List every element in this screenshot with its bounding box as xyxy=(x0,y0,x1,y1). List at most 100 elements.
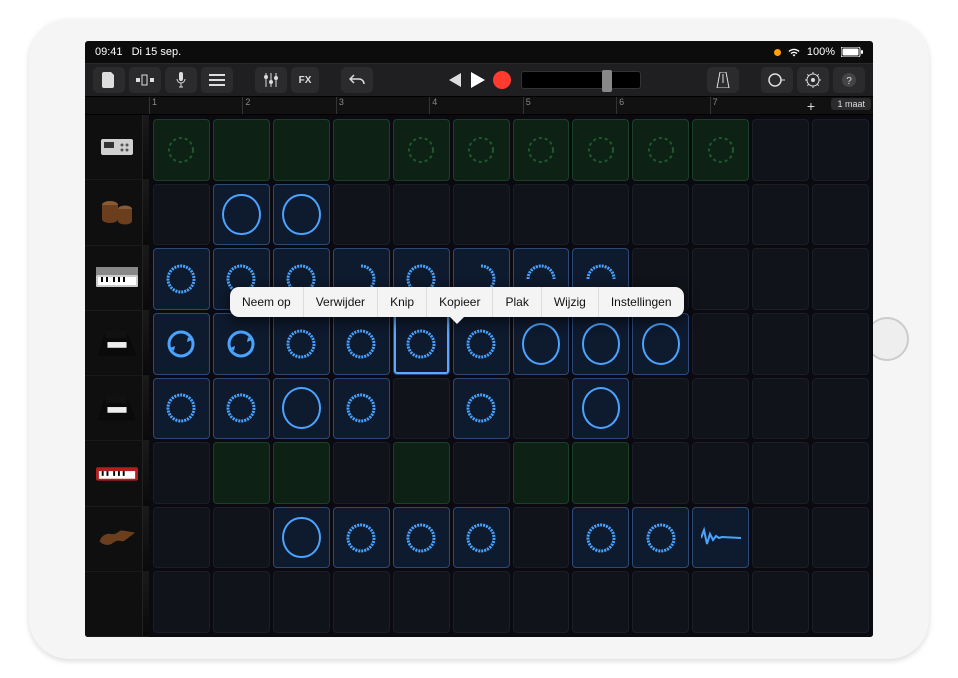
play-button[interactable] xyxy=(471,72,485,88)
loop-cell-r1-c6[interactable] xyxy=(513,184,570,246)
loop-cell-r3-c6[interactable] xyxy=(513,313,570,375)
loop-cell-r7-c1[interactable] xyxy=(213,571,270,633)
loop-cell-r1-c5[interactable] xyxy=(453,184,510,246)
loop-cell-r0-c7[interactable] xyxy=(572,119,629,181)
master-volume-slider[interactable] xyxy=(521,71,641,89)
loop-cell-r7-c9[interactable] xyxy=(692,571,749,633)
loop-cell-r3-c11[interactable] xyxy=(812,313,869,375)
loop-cell-r5-c5[interactable] xyxy=(453,442,510,504)
loop-cell-r3-c3[interactable] xyxy=(333,313,390,375)
menu-item-kopieer[interactable]: Kopieer xyxy=(427,287,493,317)
loop-cell-r0-c2[interactable] xyxy=(273,119,330,181)
loop-cell-r6-c3[interactable] xyxy=(333,507,390,569)
browser-button[interactable] xyxy=(129,67,161,93)
tracks-view-button[interactable] xyxy=(201,67,233,93)
help-button[interactable]: ? xyxy=(833,67,865,93)
menu-item-knip[interactable]: Knip xyxy=(378,287,427,317)
loop-cell-r5-c9[interactable] xyxy=(692,442,749,504)
loop-cell-r1-c8[interactable] xyxy=(632,184,689,246)
mysongs-button[interactable] xyxy=(93,67,125,93)
add-column-button[interactable]: + xyxy=(807,98,815,114)
loop-cell-r4-c11[interactable] xyxy=(812,378,869,440)
loop-cell-r6-c8[interactable] xyxy=(632,507,689,569)
loop-cell-r3-c1[interactable] xyxy=(213,313,270,375)
loop-cell-r4-c0[interactable] xyxy=(153,378,210,440)
loop-cell-r0-c4[interactable] xyxy=(393,119,450,181)
loop-cell-r3-c7[interactable] xyxy=(572,313,629,375)
loop-cell-r5-c2[interactable] xyxy=(273,442,330,504)
loop-cell-r0-c5[interactable] xyxy=(453,119,510,181)
track-header-drum-machine[interactable] xyxy=(85,115,149,180)
undo-button[interactable] xyxy=(341,67,373,93)
loop-cell-r6-c9[interactable] xyxy=(692,507,749,569)
loop-cell-r3-c0[interactable] xyxy=(153,313,210,375)
loop-cell-r3-c4[interactable] xyxy=(393,313,450,375)
loop-cell-r7-c5[interactable] xyxy=(453,571,510,633)
menu-item-neem-op[interactable]: Neem op xyxy=(230,287,304,317)
loop-cell-r5-c0[interactable] xyxy=(153,442,210,504)
record-button[interactable] xyxy=(493,71,511,89)
loop-cell-r0-c10[interactable] xyxy=(752,119,809,181)
loop-cell-r7-c8[interactable] xyxy=(632,571,689,633)
loop-cell-r4-c8[interactable] xyxy=(632,378,689,440)
settings-button[interactable] xyxy=(797,67,829,93)
menu-item-wijzig[interactable]: Wijzig xyxy=(542,287,599,317)
loop-cell-r5-c1[interactable] xyxy=(213,442,270,504)
loop-cell-r6-c6[interactable] xyxy=(513,507,570,569)
loop-cell-r7-c7[interactable] xyxy=(572,571,629,633)
loop-cell-r0-c11[interactable] xyxy=(812,119,869,181)
track-header-bass-guitar[interactable] xyxy=(85,507,149,572)
loop-cell-r1-c1[interactable] xyxy=(213,184,270,246)
track-header-percussion[interactable] xyxy=(85,180,149,245)
mixer-button[interactable] xyxy=(255,67,287,93)
loop-cell-r5-c10[interactable] xyxy=(752,442,809,504)
loop-cell-r4-c9[interactable] xyxy=(692,378,749,440)
loop-cell-r2-c10[interactable] xyxy=(752,248,809,310)
metronome-button[interactable] xyxy=(707,67,739,93)
loop-button[interactable] xyxy=(761,67,793,93)
menu-item-instellingen[interactable]: Instellingen xyxy=(599,287,684,317)
loop-cell-r5-c4[interactable] xyxy=(393,442,450,504)
track-header-piano-1[interactable] xyxy=(85,311,149,376)
loop-cell-r6-c0[interactable] xyxy=(153,507,210,569)
loop-cell-r2-c9[interactable] xyxy=(692,248,749,310)
menu-item-verwijder[interactable]: Verwijder xyxy=(304,287,378,317)
loop-cell-r3-c2[interactable] xyxy=(273,313,330,375)
loop-cell-r0-c9[interactable] xyxy=(692,119,749,181)
loop-cell-r1-c2[interactable] xyxy=(273,184,330,246)
volume-knob[interactable] xyxy=(602,70,612,92)
loop-cell-r1-c7[interactable] xyxy=(572,184,629,246)
loop-cell-r1-c10[interactable] xyxy=(752,184,809,246)
loop-cell-r1-c11[interactable] xyxy=(812,184,869,246)
loop-cell-r5-c6[interactable] xyxy=(513,442,570,504)
loop-cell-r0-c6[interactable] xyxy=(513,119,570,181)
loop-cell-r3-c8[interactable] xyxy=(632,313,689,375)
loop-cell-r2-c0[interactable] xyxy=(153,248,210,310)
track-header-piano-2[interactable] xyxy=(85,376,149,441)
loop-cell-r4-c4[interactable] xyxy=(393,378,450,440)
loop-cell-r1-c4[interactable] xyxy=(393,184,450,246)
zoom-button[interactable]: 1 maat xyxy=(831,98,871,110)
loop-cell-r7-c3[interactable] xyxy=(333,571,390,633)
loop-cell-r3-c9[interactable] xyxy=(692,313,749,375)
loop-cell-r6-c5[interactable] xyxy=(453,507,510,569)
loop-cell-r4-c7[interactable] xyxy=(572,378,629,440)
loop-cell-r7-c2[interactable] xyxy=(273,571,330,633)
loop-cell-r5-c3[interactable] xyxy=(333,442,390,504)
loop-cell-r1-c0[interactable] xyxy=(153,184,210,246)
track-header-synth-ensemble[interactable] xyxy=(85,246,149,311)
rewind-button[interactable] xyxy=(445,73,463,87)
loop-cell-r0-c0[interactable] xyxy=(153,119,210,181)
loop-cell-r6-c11[interactable] xyxy=(812,507,869,569)
loop-cell-r5-c11[interactable] xyxy=(812,442,869,504)
loop-cell-r0-c3[interactable] xyxy=(333,119,390,181)
timeline-ruler[interactable]: + 1 maat 1234567 xyxy=(85,97,873,115)
loop-cell-r4-c5[interactable] xyxy=(453,378,510,440)
loop-cell-r4-c6[interactable] xyxy=(513,378,570,440)
loop-cell-r0-c8[interactable] xyxy=(632,119,689,181)
loop-cell-r6-c4[interactable] xyxy=(393,507,450,569)
loop-cell-r7-c4[interactable] xyxy=(393,571,450,633)
loop-cell-r4-c3[interactable] xyxy=(333,378,390,440)
fx-button[interactable]: FX xyxy=(291,67,319,93)
loop-cell-r0-c1[interactable] xyxy=(213,119,270,181)
